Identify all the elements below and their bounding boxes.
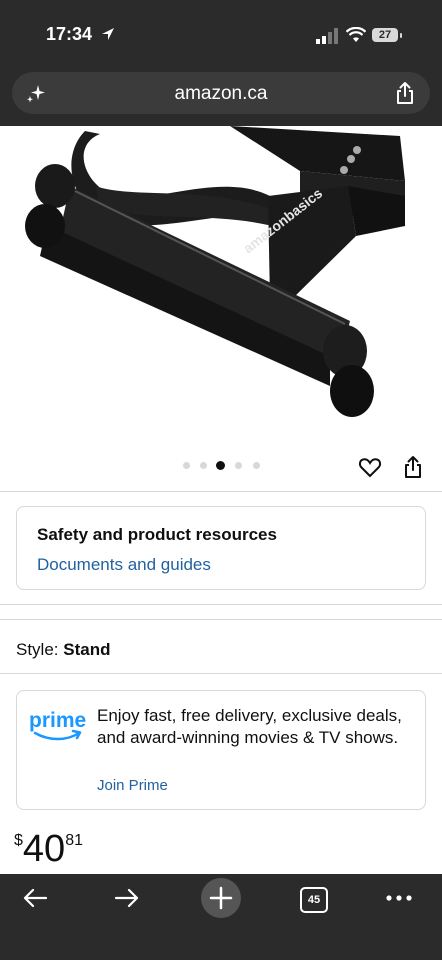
- browser-toolbar: 45: [0, 874, 442, 960]
- product-image[interactable]: amazonbasics: [0, 126, 442, 446]
- guitar-stand-illustration: amazonbasics: [25, 126, 405, 417]
- style-value: Stand: [63, 640, 111, 659]
- join-prime-link[interactable]: Join Prime: [97, 777, 168, 794]
- cellular-signal-icon: [316, 28, 338, 44]
- forward-arrow-icon[interactable]: [114, 886, 140, 910]
- prime-offer-card: prime Enjoy fast, free delivery, exclusi…: [16, 690, 426, 810]
- documents-guides-link[interactable]: Documents and guides: [37, 555, 211, 575]
- safety-resources-card: Safety and product resources Documents a…: [16, 506, 426, 590]
- safety-title: Safety and product resources: [37, 525, 277, 544]
- price-currency: $: [14, 832, 23, 849]
- price-whole: 40: [22, 828, 66, 870]
- divider: [0, 619, 442, 620]
- share-product-icon[interactable]: [402, 455, 424, 479]
- share-icon[interactable]: [394, 81, 416, 105]
- wifi-icon: [346, 27, 366, 42]
- tabs-button[interactable]: 45: [300, 887, 328, 913]
- divider: [0, 604, 442, 605]
- battery-indicator: 27: [372, 28, 398, 42]
- location-arrow-icon: [102, 28, 114, 40]
- carousel-dot[interactable]: [183, 462, 190, 469]
- battery-tip: [400, 33, 402, 38]
- carousel-dot[interactable]: [253, 462, 260, 469]
- prime-logo: prime: [29, 709, 86, 741]
- price-fraction: 81: [65, 832, 83, 849]
- heart-icon[interactable]: [358, 455, 382, 479]
- carousel-dot[interactable]: [235, 462, 242, 469]
- prime-logo-text: prime: [29, 709, 86, 732]
- divider: [0, 491, 442, 492]
- plus-icon: [209, 886, 233, 910]
- new-tab-button[interactable]: [201, 878, 241, 918]
- carousel-dot-active[interactable]: [216, 461, 225, 470]
- status-bar: 17:34 27: [0, 0, 442, 68]
- prime-description: Enjoy fast, free delivery, exclusive dea…: [97, 706, 402, 747]
- status-time: 17:34: [46, 24, 93, 44]
- style-label: Style:: [16, 640, 59, 659]
- back-arrow-icon[interactable]: [22, 886, 48, 910]
- price: $4081: [14, 828, 83, 871]
- divider: [0, 673, 442, 674]
- more-options-icon[interactable]: [386, 894, 412, 902]
- carousel-dot[interactable]: [200, 462, 207, 469]
- url-text[interactable]: amazon.ca: [12, 83, 430, 105]
- browser-header: amazon.ca: [0, 68, 442, 126]
- style-selector[interactable]: Style: Stand: [16, 640, 111, 660]
- address-bar[interactable]: amazon.ca: [12, 72, 430, 114]
